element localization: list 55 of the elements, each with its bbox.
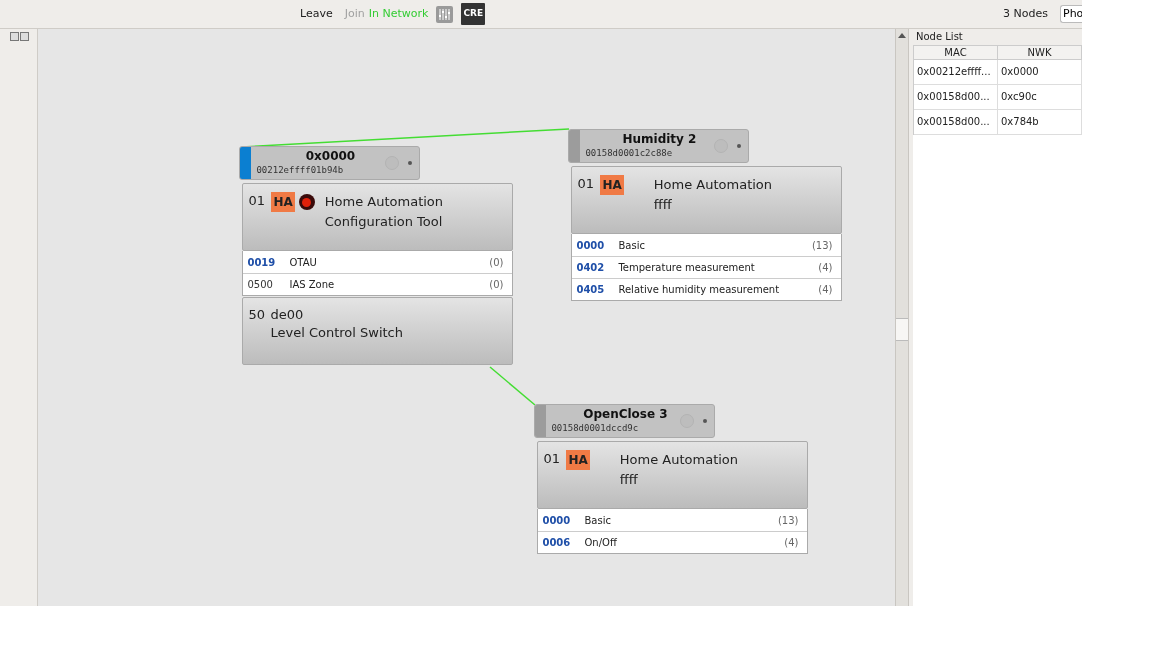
table-cell[interactable]: 0xc90c [998,85,1082,109]
endpoint-label: Home Automation [619,451,739,469]
profile-badge: HA [271,192,295,212]
panel-title: Node List [913,29,1082,45]
node-title: Humidity 2 [622,132,697,147]
profile-badge: HA [600,175,624,195]
column-header[interactable]: MAC [914,45,998,60]
float-icon[interactable] [10,32,19,41]
endpoint-card[interactable]: 01 HA Home Automation Configuration Tool [242,183,514,251]
table-cell[interactable]: 0x0000 [998,60,1082,84]
table-cell[interactable]: 0x00158d00... [914,85,998,109]
node-mac: 00212effff01b94b [256,164,344,176]
endpoint-label: ffff [619,471,639,489]
cluster-row[interactable]: 0405 Relative humidity measurement (4) [572,278,842,300]
endpoint-card[interactable]: 01 HA Home Automation ffff [537,441,809,509]
badge[interactable]: CRE [461,3,486,25]
endpoint-id: 50 [248,306,266,324]
endpoint-id: 01 [248,192,266,210]
endpoint-card[interactable]: 50 de00 Level Control Switch [242,297,514,365]
node-header[interactable]: OpenClose 3 00158d0001dccd9c [534,404,716,438]
table-cell[interactable]: 0x00212effff... [914,60,998,84]
cluster-row[interactable]: 0006 On/Off (4) [538,531,808,553]
endpoint-label: Configuration Tool [324,213,444,231]
scrollbar[interactable] [895,29,910,606]
cluster-row[interactable]: 0500 IAS Zone (0) [243,273,513,295]
scrollbar-thumb[interactable] [896,318,909,341]
cluster-row[interactable]: 0000 Basic (13) [572,234,842,256]
node-count: 3 Nodes [1003,5,1048,22]
node-mac: 00158d0001c2c88e [585,147,673,159]
table-cell[interactable]: 0x00158d00... [914,110,998,134]
scroll-up-icon[interactable] [898,33,907,38]
cluster-row[interactable]: 0019 OTAU (0) [243,251,513,273]
column-header[interactable]: NWK [998,45,1082,60]
device-id: de00 [270,306,305,323]
node-title: 0x0000 [305,149,356,164]
profile-badge: HA [566,450,590,470]
view-dropdown[interactable]: Pho [1060,5,1082,23]
link-line [489,366,537,406]
cluster-row[interactable]: 0000 Basic (13) [538,509,808,531]
cluster-row[interactable]: 0402 Temperature measurement (4) [572,256,842,278]
endpoint-label: Home Automation [324,193,444,211]
mixer-icon[interactable] [436,5,454,23]
node-header[interactable]: 0x0000 00212effff01b94b [239,146,421,180]
endpoint-card[interactable]: 01 HA Home Automation ffff [571,166,843,234]
table-cell[interactable]: 0x784b [998,110,1082,134]
node-title: OpenClose 3 [583,407,668,422]
node-header[interactable]: Humidity 2 00158d0001c2c88e [568,129,750,163]
endpoint-label: Level Control Switch [270,324,403,342]
node-mac: 00158d0001dccd9c [551,422,639,434]
endpoint-id: 01 [577,175,595,193]
endpoint-label: Home Automation [653,176,773,194]
endpoint-id: 01 [543,450,561,468]
toolbar-button[interactable]: Leave [300,5,333,23]
endpoint-label: ffff [653,196,673,214]
network-status: In Network [368,5,429,22]
